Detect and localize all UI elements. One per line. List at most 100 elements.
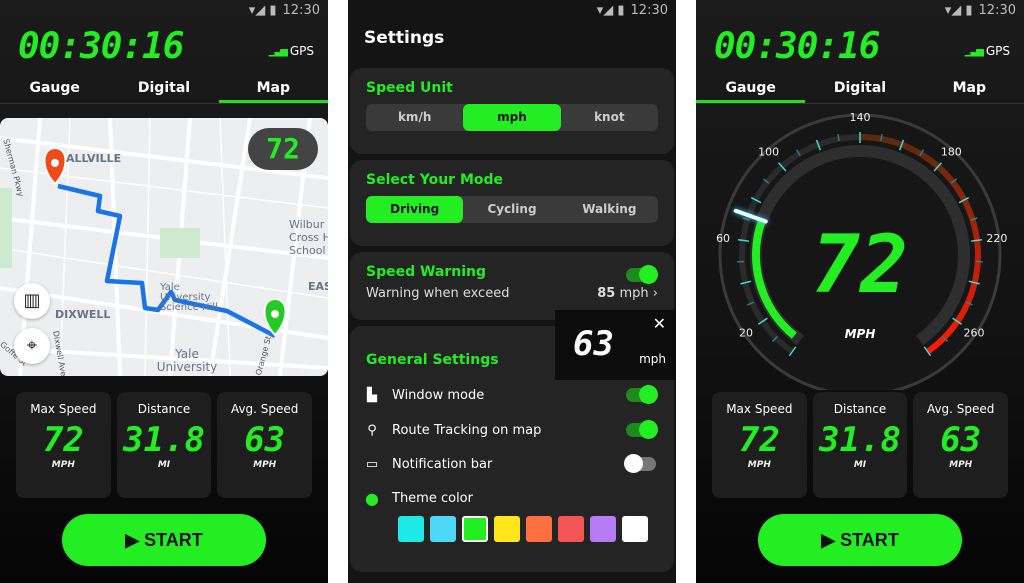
mode-card: Select Your Mode Driving Cycling Walking bbox=[350, 160, 674, 246]
warning-value: 85 bbox=[597, 286, 616, 301]
warning-unit: mph bbox=[619, 286, 649, 301]
map-layers-button[interactable]: ▥ bbox=[14, 283, 50, 319]
stat-unit: MPH bbox=[253, 460, 277, 470]
stat-value: 31.8 bbox=[819, 420, 901, 460]
theme-color-swatch[interactable] bbox=[526, 516, 552, 542]
row-label: Notification bar bbox=[392, 456, 493, 472]
speed-unit-selector: km/h mph knot bbox=[366, 104, 658, 131]
stat-value: 63 bbox=[940, 420, 982, 460]
tab-gauge[interactable]: Gauge bbox=[0, 76, 109, 103]
warning-row[interactable]: Warning when exceed 85 mph › bbox=[366, 286, 658, 301]
card-title: Speed Warning bbox=[366, 264, 487, 280]
row-label: Route Tracking on map bbox=[392, 422, 542, 438]
map-view[interactable]: ALLVILLE Wilbur Cross High School EAST D… bbox=[0, 118, 328, 376]
settings-screen: ▾◢ ▮ 12:30 Settings Speed Unit km/h mph k… bbox=[348, 0, 676, 583]
row-label: Theme color bbox=[392, 490, 473, 506]
window-icon: ▙ bbox=[367, 387, 377, 403]
stat-distance: Distance 31.8 MI bbox=[812, 392, 908, 498]
floating-speed-window[interactable]: ✕ 63 mph bbox=[555, 310, 676, 380]
map-label: Yale University Science Hill bbox=[160, 282, 218, 313]
stat-max-speed: Max Speed 72 MPH bbox=[16, 392, 111, 498]
tab-map[interactable]: Map bbox=[218, 76, 328, 103]
speed-warning-toggle[interactable] bbox=[626, 265, 658, 284]
card-title: Select Your Mode bbox=[366, 172, 504, 188]
theme-color-swatch[interactable] bbox=[430, 516, 456, 542]
mode-driving[interactable]: Driving bbox=[366, 196, 464, 223]
popup-unit: mph bbox=[639, 352, 666, 366]
notification-bar-toggle[interactable] bbox=[624, 454, 656, 473]
map-label: Wilbur Cross High School bbox=[289, 218, 328, 257]
theme-color-swatch[interactable] bbox=[622, 516, 648, 542]
signal-icon: ▁▃▅ bbox=[268, 45, 288, 57]
start-pin-icon bbox=[43, 146, 67, 186]
stat-value: 72 bbox=[42, 420, 84, 460]
clock: 12:30 bbox=[978, 3, 1016, 18]
speed-unit-card: Speed Unit km/h mph knot bbox=[350, 68, 674, 154]
start-label: START bbox=[144, 530, 203, 550]
gauge-scale-label: 180 bbox=[941, 146, 962, 159]
gps-label: GPS bbox=[289, 44, 314, 58]
gauge-screen: ▾◢ ▮ 12:30 00:30:16 ▁▃▅ GPS Gauge Digital … bbox=[696, 0, 1024, 583]
route-tracking-toggle[interactable] bbox=[626, 420, 658, 439]
stat-label: Distance bbox=[137, 402, 191, 416]
mode-walking[interactable]: Walking bbox=[561, 196, 658, 223]
my-location-button[interactable]: ⌖ bbox=[14, 328, 50, 364]
start-label: START bbox=[840, 530, 899, 550]
stat-label: Distance bbox=[833, 402, 887, 416]
gauge-scale-label: 140 bbox=[850, 111, 871, 124]
gps-label: GPS bbox=[985, 44, 1010, 58]
stat-avg-speed: Avg. Speed 63 MPH bbox=[913, 392, 1009, 498]
stat-value: 72 bbox=[738, 420, 780, 460]
park bbox=[160, 228, 200, 258]
signal-icon: ▁▃▅ bbox=[964, 45, 984, 57]
status-bar: ▾◢ ▮ 12:30 bbox=[945, 3, 1016, 18]
tab-digital[interactable]: Digital bbox=[109, 76, 218, 103]
gps-indicator: ▁▃▅ GPS bbox=[269, 44, 314, 58]
stat-value: 63 bbox=[244, 420, 286, 460]
row-label: Window mode bbox=[392, 387, 485, 403]
theme-color-swatch[interactable] bbox=[590, 516, 616, 542]
theme-color-swatch[interactable] bbox=[462, 516, 488, 542]
gauge-scale-label: 100 bbox=[758, 146, 779, 159]
unit-knot[interactable]: knot bbox=[561, 104, 658, 131]
start-button[interactable]: ▶ START bbox=[758, 514, 962, 566]
route-pin-icon: ⚲ bbox=[367, 422, 377, 438]
tab-digital[interactable]: Digital bbox=[805, 76, 914, 103]
theme-color-swatch[interactable] bbox=[398, 516, 424, 542]
tab-bar: Gauge Digital Map bbox=[696, 76, 1024, 104]
trip-timer: 00:30:16 bbox=[714, 26, 880, 67]
map-screen: ▾◢ ▮ 12:30 00:30:16 ▁▃▅ GPS Gauge Digital … bbox=[0, 0, 328, 583]
stats-row: Max Speed 72 MPH Distance 31.8 MI Avg. Speed… bbox=[712, 392, 1009, 498]
tab-gauge[interactable]: Gauge bbox=[696, 76, 806, 103]
stat-unit: MI bbox=[157, 460, 171, 470]
map-icon: ▥ bbox=[23, 290, 41, 311]
mode-cycling[interactable]: Cycling bbox=[463, 196, 560, 223]
start-button[interactable]: ▶ START bbox=[62, 514, 266, 566]
stat-unit: MPH bbox=[51, 460, 75, 470]
unit-kmh[interactable]: km/h bbox=[366, 104, 463, 131]
popup-speed: 63 bbox=[573, 324, 614, 364]
theme-color-swatch[interactable] bbox=[558, 516, 584, 542]
clock: 12:30 bbox=[282, 3, 320, 18]
clock: 12:30 bbox=[630, 3, 668, 18]
crosshair-icon: ⌖ bbox=[26, 335, 38, 356]
stat-label: Avg. Speed bbox=[230, 402, 299, 416]
map-label: EAST bbox=[308, 280, 328, 293]
status-bar: ▾◢ ▮ 12:30 bbox=[249, 3, 320, 18]
stat-value: 31.8 bbox=[123, 420, 205, 460]
wifi-icon: ▾◢ ▮ bbox=[248, 3, 277, 18]
stat-distance: Distance 31.8 MI bbox=[116, 392, 212, 498]
stat-label: Avg. Speed bbox=[926, 402, 995, 416]
stat-unit: MPH bbox=[747, 460, 771, 470]
map-label: DIXWELL bbox=[55, 308, 111, 321]
tab-map[interactable]: Map bbox=[915, 76, 1024, 103]
window-mode-toggle[interactable] bbox=[626, 385, 658, 404]
theme-color-swatch[interactable] bbox=[494, 516, 520, 542]
unit-mph[interactable]: mph bbox=[463, 104, 561, 131]
stat-unit: MI bbox=[853, 460, 867, 470]
stat-unit: MPH bbox=[949, 460, 973, 470]
stat-max-speed: Max Speed 72 MPH bbox=[712, 392, 807, 498]
theme-color-row: ● Theme color bbox=[364, 486, 660, 510]
mode-selector: Driving Cycling Walking bbox=[366, 196, 658, 223]
close-icon[interactable]: ✕ bbox=[653, 314, 666, 333]
